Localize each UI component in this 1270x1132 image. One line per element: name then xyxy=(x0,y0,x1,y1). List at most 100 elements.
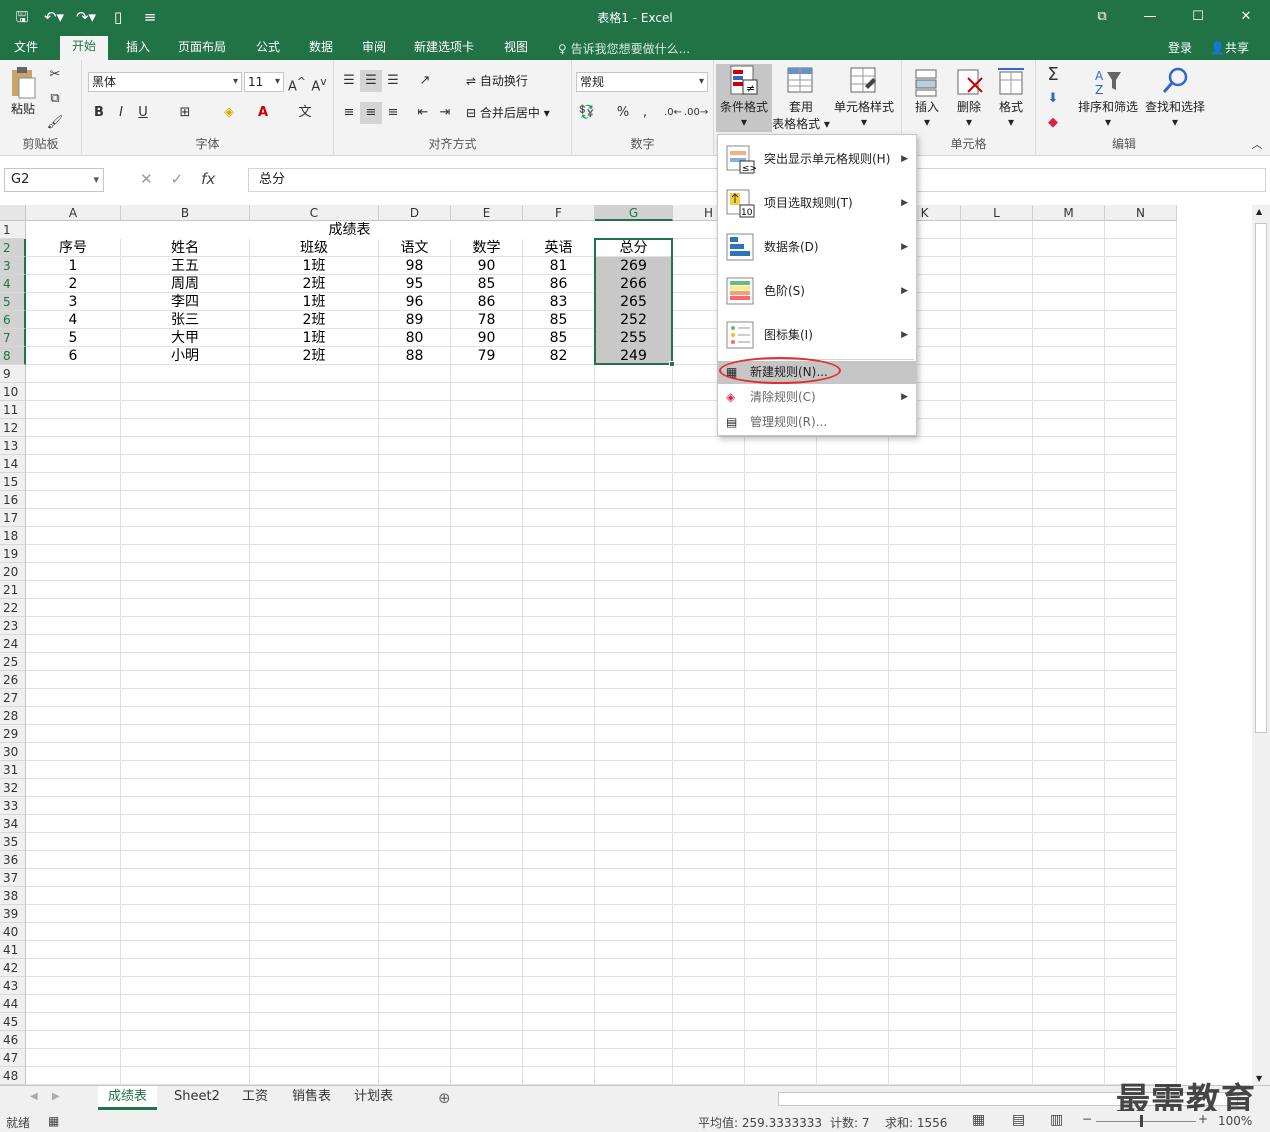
row-header[interactable]: 11 xyxy=(0,401,26,419)
bold-icon[interactable]: B xyxy=(88,102,110,124)
cell[interactable]: 2班 xyxy=(250,311,378,329)
zoom-slider[interactable] xyxy=(1096,1121,1196,1122)
tab-data[interactable]: 数据 xyxy=(305,38,337,55)
cell[interactable]: 80 xyxy=(379,329,450,347)
collapse-ribbon-icon[interactable]: ︿ xyxy=(1246,134,1268,156)
row-header[interactable]: 27 xyxy=(0,689,26,707)
format-as-table-button[interactable]: 套用 表格格式 ▾ xyxy=(772,66,830,132)
maximize-button[interactable]: ☐ xyxy=(1174,0,1222,34)
column-header[interactable]: F xyxy=(523,205,595,221)
font-color-icon[interactable]: A xyxy=(252,102,274,124)
currency-icon[interactable]: 💱 xyxy=(576,102,598,124)
cell[interactable]: 85 xyxy=(451,275,522,293)
zoom-out-icon[interactable]: − xyxy=(1082,1112,1092,1126)
tab-insert[interactable]: 插入 xyxy=(122,38,154,55)
menu-clear-rules[interactable]: ◈ 清除规则(C) ▶ xyxy=(718,386,916,409)
tab-file[interactable]: 文件 xyxy=(10,38,42,55)
row-header[interactable]: 21 xyxy=(0,581,26,599)
cell[interactable]: 3 xyxy=(26,293,120,311)
comma-icon[interactable]: , xyxy=(634,102,656,124)
insert-function-icon[interactable]: fx xyxy=(201,170,215,188)
row-header[interactable]: 31 xyxy=(0,761,26,779)
cell[interactable]: 5 xyxy=(26,329,120,347)
delete-cells-button[interactable]: 删除 ▾ xyxy=(950,66,988,129)
enter-icon[interactable]: ✓ xyxy=(171,170,184,188)
row-header[interactable]: 13 xyxy=(0,437,26,455)
shrink-font-icon[interactable]: Av xyxy=(308,71,330,94)
row-header[interactable]: 14 xyxy=(0,455,26,473)
zoom-in-icon[interactable]: + xyxy=(1198,1112,1208,1126)
row-header[interactable]: 19 xyxy=(0,545,26,563)
spreadsheet-grid[interactable]: ABCDEFGHIJKLMN12345678910111213141516171… xyxy=(0,205,1252,1085)
menu-manage-rules[interactable]: ▤ 管理规则(R)... xyxy=(718,411,916,434)
cell[interactable]: 85 xyxy=(523,329,594,347)
row-header[interactable]: 18 xyxy=(0,527,26,545)
column-header[interactable]: L xyxy=(961,205,1033,221)
zoom-slider-thumb[interactable] xyxy=(1140,1115,1143,1127)
column-header[interactable]: N xyxy=(1105,205,1177,221)
login-link[interactable]: 登录 xyxy=(1168,39,1192,56)
row-header[interactable]: 8 xyxy=(0,347,26,365)
increase-decimal-icon[interactable]: .0← xyxy=(662,102,684,124)
row-header[interactable]: 3 xyxy=(0,257,26,275)
menu-data-bars[interactable]: 数据条(D) ▶ xyxy=(718,227,916,267)
cell[interactable]: 英语 xyxy=(523,239,594,257)
cell[interactable]: 78 xyxy=(451,311,522,329)
find-select-button[interactable]: 查找和选择 ▾ xyxy=(1142,66,1208,129)
close-button[interactable]: ✕ xyxy=(1222,0,1270,34)
vertical-scrollbar[interactable]: ▲ ▼ xyxy=(1252,205,1270,1085)
select-all-corner[interactable] xyxy=(0,205,26,221)
row-header[interactable]: 28 xyxy=(0,707,26,725)
menu-icon-sets[interactable]: 图标集(I) ▶ xyxy=(718,315,916,355)
row-header[interactable]: 29 xyxy=(0,725,26,743)
page-layout-view-icon[interactable]: ▤ xyxy=(1012,1112,1025,1128)
scroll-up-icon[interactable]: ▲ xyxy=(1256,207,1262,216)
ribbon-display-icon[interactable]: ⧉ xyxy=(1078,0,1126,34)
wrap-text-button[interactable]: ⇌ 自动换行 xyxy=(466,72,528,89)
grow-font-icon[interactable]: A^ xyxy=(286,71,308,94)
cell[interactable]: 79 xyxy=(451,347,522,365)
row-header[interactable]: 22 xyxy=(0,599,26,617)
cell[interactable]: 96 xyxy=(379,293,450,311)
menu-top-bottom-rules[interactable]: 10 项目选取规则(T) ▶ xyxy=(718,183,916,223)
row-header[interactable]: 46 xyxy=(0,1031,26,1049)
align-center-icon[interactable]: ≡ xyxy=(360,102,382,124)
cell[interactable]: 2班 xyxy=(250,275,378,293)
column-header[interactable]: M xyxy=(1033,205,1105,221)
decrease-indent-icon[interactable]: ⇤ xyxy=(412,102,434,124)
tab-review[interactable]: 审阅 xyxy=(358,38,390,55)
row-header[interactable]: 45 xyxy=(0,1013,26,1031)
row-header[interactable]: 12 xyxy=(0,419,26,437)
share-button[interactable]: 👤共享 xyxy=(1210,39,1249,56)
cell[interactable]: 95 xyxy=(379,275,450,293)
cell[interactable]: 6 xyxy=(26,347,120,365)
tab-new[interactable]: 新建选项卡 xyxy=(410,38,478,55)
clear-icon[interactable]: ◆ xyxy=(1042,112,1064,134)
cell[interactable]: 班级 xyxy=(250,239,378,257)
menu-color-scales[interactable]: 色阶(S) ▶ xyxy=(718,271,916,311)
row-header[interactable]: 37 xyxy=(0,869,26,887)
row-header[interactable]: 4 xyxy=(0,275,26,293)
add-sheet-icon[interactable]: ⊕ xyxy=(438,1089,451,1107)
tab-formulas[interactable]: 公式 xyxy=(252,38,284,55)
sheet-tab-3[interactable]: 工资 xyxy=(232,1086,278,1110)
align-bottom-icon[interactable]: ☰ xyxy=(382,70,404,92)
cell[interactable]: 2班 xyxy=(250,347,378,365)
cell[interactable]: 李四 xyxy=(121,293,249,311)
cell[interactable]: 98 xyxy=(379,257,450,275)
sheet-tab-1[interactable]: 成绩表 xyxy=(98,1086,158,1110)
row-header[interactable]: 24 xyxy=(0,635,26,653)
row-header[interactable]: 1 xyxy=(0,221,26,239)
sheet-tab-4[interactable]: 销售表 xyxy=(282,1086,341,1110)
fill-handle[interactable] xyxy=(669,361,675,367)
cell[interactable]: 周周 xyxy=(121,275,249,293)
column-header[interactable]: C xyxy=(250,205,379,221)
cell[interactable]: 1 xyxy=(26,257,120,275)
sheet-tab-5[interactable]: 计划表 xyxy=(344,1086,403,1110)
cell[interactable]: 小明 xyxy=(121,347,249,365)
tab-home[interactable]: 开始 xyxy=(60,36,109,60)
cell[interactable]: 90 xyxy=(451,257,522,275)
align-top-icon[interactable]: ☰ xyxy=(338,70,360,92)
row-header[interactable]: 48 xyxy=(0,1067,26,1085)
conditional-format-button[interactable]: ≠ 条件格式 ▾ xyxy=(716,64,772,132)
